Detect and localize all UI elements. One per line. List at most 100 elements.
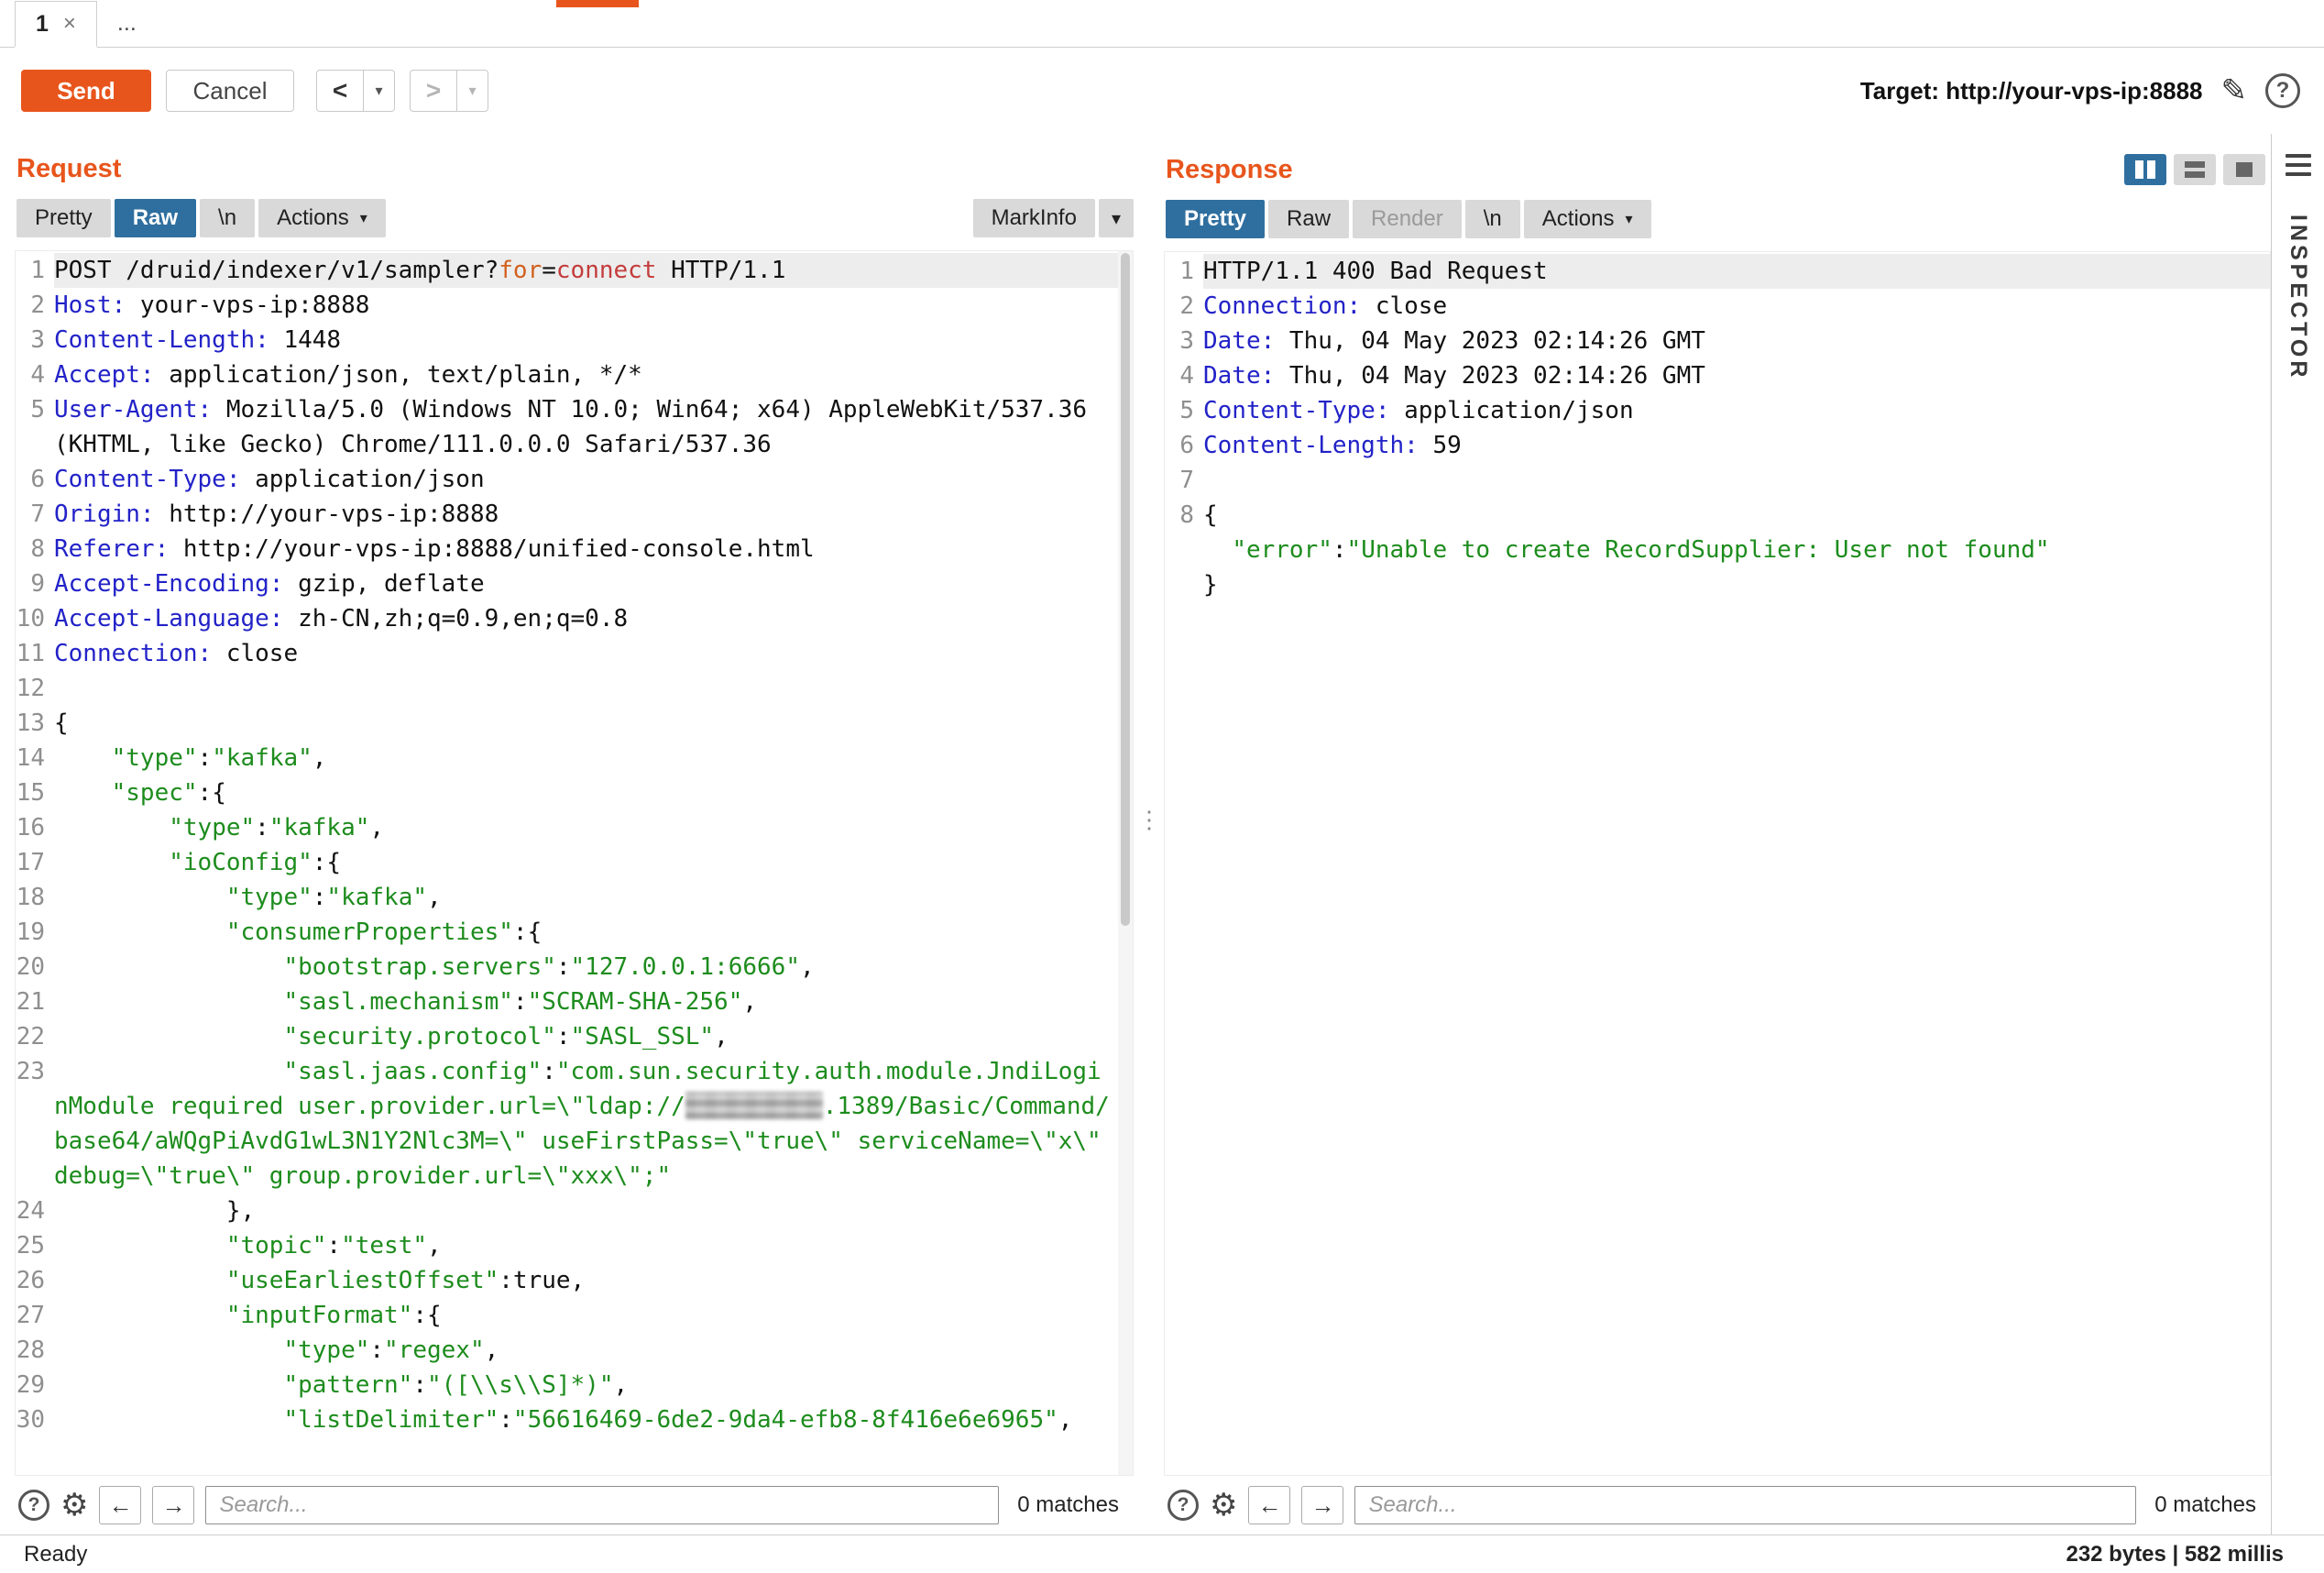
help-icon[interactable]: ? — [18, 1490, 49, 1521]
line-number: 11 — [16, 636, 54, 671]
code-line: 19 "consumerProperties":{ — [16, 915, 1133, 950]
search-prev-button[interactable]: ← — [1248, 1486, 1290, 1524]
line-number: 1 — [1165, 254, 1203, 289]
request-search-input[interactable] — [205, 1486, 999, 1524]
markinfo-tab[interactable]: MarkInfo — [973, 199, 1095, 237]
repeater-tab-1[interactable]: 1 × — [15, 1, 97, 48]
line-number: 2 — [16, 288, 54, 323]
code-line: 23 "sasl.jaas.config":"com.sun.security.… — [16, 1054, 1133, 1194]
line-number: 17 — [16, 845, 54, 880]
line-number: 14 — [16, 741, 54, 776]
layout-toggle-group — [2124, 154, 2265, 185]
code-line: 5Content-Type: application/json — [1165, 393, 2270, 428]
request-tab-raw[interactable]: Raw — [115, 199, 196, 237]
layout-single-button[interactable] — [2223, 154, 2265, 185]
response-tab-render[interactable]: Render — [1353, 200, 1462, 238]
line-number: 26 — [16, 1263, 54, 1298]
request-panel: Request Pretty Raw \n Actions ▾ MarkInfo… — [15, 134, 1134, 1534]
search-prev-button[interactable]: ← — [99, 1486, 141, 1524]
request-tab-newline[interactable]: \n — [200, 199, 255, 237]
line-number: 12 — [16, 671, 54, 706]
target-label: Target: http://your-vps-ip:8888 — [1860, 77, 2203, 105]
response-view-tabs: Pretty Raw Render \n Actions ▾ — [1166, 200, 2271, 238]
code-line: 8Referer: http://your-vps-ip:8888/unifie… — [16, 532, 1133, 566]
line-number: 8 — [1165, 498, 1203, 602]
code-line: 10Accept-Language: zh-CN,zh;q=0.9,en;q=0… — [16, 601, 1133, 636]
line-number: 6 — [16, 462, 54, 497]
tab-more-label: ... — [117, 10, 137, 37]
code-line: 3Content-Length: 1448 — [16, 323, 1133, 358]
scrollbar-thumb[interactable] — [1121, 253, 1130, 926]
code-line: 13{ — [16, 706, 1133, 741]
response-panel: Response Pretty Raw Render \n Actions ▾ … — [1164, 134, 2271, 1534]
repeater-tab-more[interactable]: ... — [97, 0, 157, 47]
cancel-button[interactable]: Cancel — [166, 70, 294, 112]
response-tab-raw[interactable]: Raw — [1268, 200, 1349, 238]
code-line: 14 "type":"kafka", — [16, 741, 1133, 776]
response-actions-button[interactable]: Actions ▾ — [1524, 200, 1651, 238]
actions-label: Actions — [1542, 206, 1615, 232]
layout-columns-button[interactable] — [2124, 154, 2166, 185]
menu-icon[interactable] — [2286, 154, 2311, 176]
code-line: 18 "type":"kafka", — [16, 880, 1133, 915]
line-number: 4 — [16, 358, 54, 392]
line-number: 29 — [16, 1368, 54, 1402]
code-line: 28 "type":"regex", — [16, 1333, 1133, 1368]
code-line: 30 "listDelimiter":"56616469-6de2-9da4-e… — [16, 1402, 1133, 1437]
request-match-count: 0 matches — [1017, 1492, 1119, 1518]
code-line: 2Connection: close — [1165, 289, 2270, 324]
line-number: 10 — [16, 601, 54, 636]
line-number: 3 — [1165, 324, 1203, 358]
response-code[interactable]: 1HTTP/1.1 400 Bad Request2Connection: cl… — [1165, 252, 2270, 602]
layout-rows-button[interactable] — [2174, 154, 2216, 185]
code-line: 17 "ioConfig":{ — [16, 845, 1133, 880]
request-code[interactable]: 1POST /druid/indexer/v1/sampler?for=conn… — [16, 251, 1133, 1437]
gear-icon[interactable]: ⚙ — [1210, 1490, 1237, 1521]
request-scrollbar[interactable] — [1118, 251, 1133, 1475]
line-number: 18 — [16, 880, 54, 915]
chevron-down-icon: ▾ — [1112, 207, 1121, 230]
send-button[interactable]: Send — [21, 70, 151, 112]
request-actions-button[interactable]: Actions ▾ — [258, 199, 386, 237]
line-number: 9 — [16, 566, 54, 601]
request-tab-pretty[interactable]: Pretty — [16, 199, 111, 237]
help-icon[interactable]: ? — [1167, 1490, 1199, 1521]
request-editor[interactable]: 1POST /druid/indexer/v1/sampler?for=conn… — [15, 250, 1134, 1476]
search-next-button[interactable]: → — [1301, 1486, 1343, 1524]
code-line: 20 "bootstrap.servers":"127.0.0.1:6666", — [16, 950, 1133, 984]
back-button[interactable]: < — [316, 70, 364, 112]
panel-divider[interactable]: ⋮⋮ — [1134, 134, 1164, 1534]
notification-fragment — [556, 0, 639, 7]
code-line: 22 "security.protocol":"SASL_SSL", — [16, 1019, 1133, 1054]
back-dropdown-chevron-icon[interactable]: ▾ — [364, 70, 395, 112]
code-line: 3Date: Thu, 04 May 2023 02:14:26 GMT — [1165, 324, 2270, 358]
gear-icon[interactable]: ⚙ — [60, 1490, 88, 1521]
code-line: 4Date: Thu, 04 May 2023 02:14:26 GMT — [1165, 358, 2270, 393]
status-bar: Ready 232 bytes | 582 millis — [0, 1534, 2324, 1573]
code-line: 1HTTP/1.1 400 Bad Request — [1165, 254, 2270, 289]
redacted-ip — [685, 1092, 823, 1119]
line-number: 24 — [16, 1194, 54, 1228]
code-line: 4Accept: application/json, text/plain, *… — [16, 358, 1133, 392]
search-next-button[interactable]: → — [152, 1486, 194, 1524]
help-icon[interactable]: ? — [2265, 73, 2300, 108]
code-line: 12 — [16, 671, 1133, 706]
response-editor[interactable]: 1HTTP/1.1 400 Bad Request2Connection: cl… — [1164, 251, 2271, 1476]
line-number: 30 — [16, 1402, 54, 1437]
edit-target-icon[interactable]: ✎ — [2221, 72, 2248, 109]
response-tab-newline[interactable]: \n — [1465, 200, 1520, 238]
code-line: 6Content-Length: 59 — [1165, 428, 2270, 463]
forward-button[interactable]: > — [410, 70, 457, 112]
forward-dropdown-chevron-icon[interactable]: ▾ — [457, 70, 488, 112]
code-line: 26 "useEarliestOffset":true, — [16, 1263, 1133, 1298]
response-tab-pretty[interactable]: Pretty — [1166, 200, 1265, 238]
response-match-count: 0 matches — [2154, 1492, 2256, 1518]
line-number: 7 — [1165, 463, 1203, 498]
code-line: 27 "inputFormat":{ — [16, 1298, 1133, 1333]
response-search-input[interactable] — [1354, 1486, 2136, 1524]
close-tab-icon[interactable]: × — [63, 11, 76, 37]
markinfo-dropdown[interactable]: ▾ — [1099, 199, 1134, 237]
toolbar: Send Cancel < ▾ > ▾ Target: http://your-… — [0, 48, 2324, 134]
inspector-sidebar[interactable]: INSPECTOR — [2271, 134, 2324, 1534]
line-number: 13 — [16, 706, 54, 741]
